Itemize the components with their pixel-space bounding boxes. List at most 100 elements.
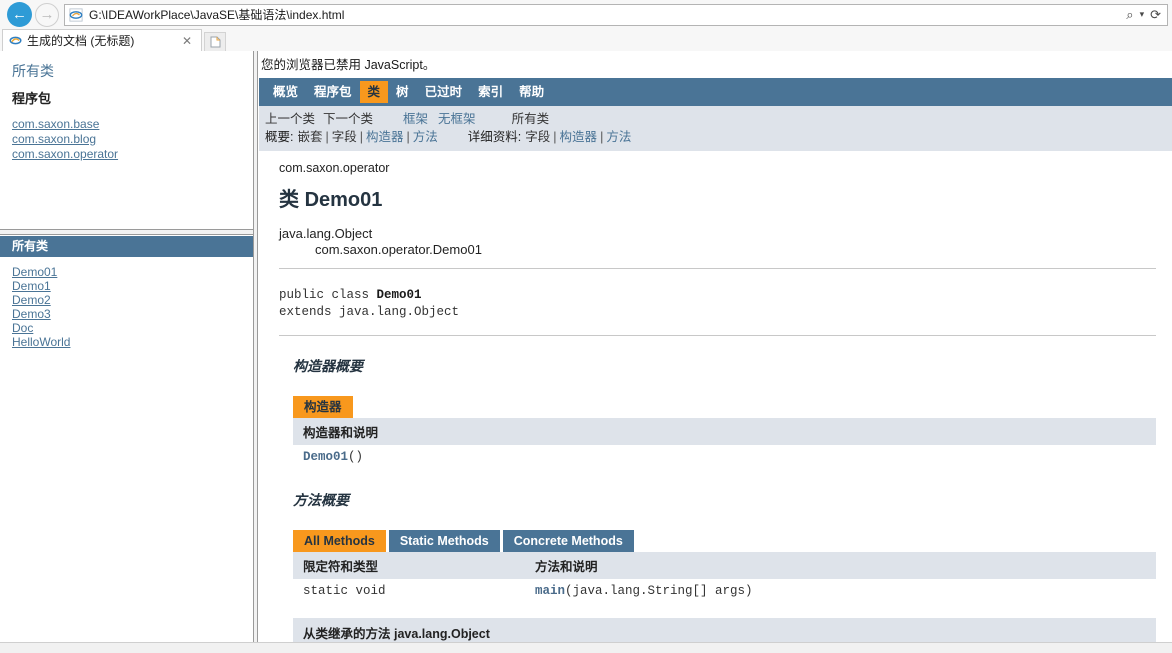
all-classes-link[interactable]: 所有类 bbox=[12, 61, 253, 81]
summary-method-link[interactable]: 方法 bbox=[413, 128, 438, 146]
constructor-column-header: 构造器和说明 bbox=[293, 418, 1156, 445]
next-class-label: 下一个类 bbox=[323, 112, 374, 126]
class-content-frame: 您的浏览器已禁用 JavaScript。 概览 程序包 类 树 已过时 索引 帮… bbox=[259, 51, 1172, 653]
detail-constructor-link[interactable]: 构造器 bbox=[560, 128, 598, 146]
method-summary-table: 限定符和类型 方法和说明 static void main(java.lang.… bbox=[293, 552, 1156, 604]
package-link-com-saxon-blog[interactable]: com.saxon.blog bbox=[12, 132, 253, 146]
summary-constructor-link[interactable]: 构造器 bbox=[366, 128, 404, 146]
package-link-com-saxon-operator[interactable]: com.saxon.operator bbox=[12, 147, 253, 161]
frames-link[interactable]: 框架 bbox=[403, 110, 428, 128]
nav-item-tree[interactable]: 树 bbox=[388, 81, 417, 103]
method-params: (java.lang.String[] args) bbox=[565, 584, 753, 598]
javadoc-top-nav: 概览 程序包 类 树 已过时 索引 帮助 bbox=[259, 78, 1172, 106]
javadoc-frameset: 所有类 程序包 com.saxon.base com.saxon.blog co… bbox=[0, 51, 1172, 653]
separator-pipe: | bbox=[600, 130, 604, 144]
back-arrow-icon: ← bbox=[12, 6, 27, 23]
forward-button[interactable]: → bbox=[35, 2, 59, 27]
javadoc-sub-nav: 上一个类 下一个类 框架 无框架 所有类 概要: 嵌套 | 字段 | 构造器 |… bbox=[259, 106, 1172, 151]
class-link-demo1[interactable]: Demo1 bbox=[12, 279, 253, 294]
constructor-summary-table: 构造器和说明 Demo01() bbox=[293, 418, 1156, 470]
method-summary-heading: 方法概要 bbox=[293, 492, 349, 508]
constructor-params: () bbox=[348, 450, 364, 464]
subnav-row-summary-detail: 概要: 嵌套 | 字段 | 构造器 | 方法 详细资料: 字段 | 构造器 | … bbox=[259, 128, 1172, 146]
detail-field: 字段 bbox=[525, 130, 551, 144]
class-link-doc[interactable]: Doc bbox=[12, 321, 253, 336]
vertical-frame-divider[interactable] bbox=[253, 51, 258, 653]
new-tab-button[interactable] bbox=[204, 32, 226, 51]
inherited-methods-title: 从类继承的方法 bbox=[303, 627, 391, 641]
method-column-header-modifier: 限定符和类型 bbox=[293, 552, 525, 579]
nav-item-deprecated[interactable]: 已过时 bbox=[417, 81, 471, 103]
detail-method-link[interactable]: 方法 bbox=[606, 128, 631, 146]
ie-page-icon bbox=[69, 7, 83, 22]
class-link-demo01[interactable]: Demo01 bbox=[12, 265, 253, 280]
class-signature: public class Demo01 extends java.lang.Ob… bbox=[259, 269, 1172, 335]
class-signature-line1: public class Demo01 bbox=[279, 287, 1172, 304]
ie-tab-icon bbox=[9, 36, 22, 45]
package-link-com-saxon-base[interactable]: com.saxon.base bbox=[12, 117, 253, 131]
subnav-row-navigation: 上一个类 下一个类 框架 无框架 所有类 bbox=[259, 110, 1172, 128]
separator-pipe: | bbox=[359, 130, 364, 144]
signature-modifiers: public class bbox=[279, 288, 377, 302]
inheritance-level-1: java.lang.Object bbox=[279, 226, 373, 241]
tab-concrete-methods[interactable]: Concrete Methods bbox=[502, 530, 634, 552]
nav-item-overview[interactable]: 概览 bbox=[265, 81, 306, 103]
horizontal-frame-divider[interactable] bbox=[0, 229, 253, 235]
all-classes-list: Demo01 Demo1 Demo2 Demo3 Doc HelloWorld bbox=[0, 257, 253, 350]
package-list-frame: 所有类 程序包 com.saxon.base com.saxon.blog co… bbox=[0, 51, 253, 229]
all-classes-frame: 所有类 Demo01 Demo1 Demo2 Demo3 Doc HelloWo… bbox=[0, 236, 253, 653]
address-bar-row: ← → G:\IDEAWorkPlace\JavaSE\基础语法\index.h… bbox=[0, 0, 1172, 29]
class-link-demo2[interactable]: Demo2 bbox=[12, 293, 253, 308]
page-title: 类 Demo01 bbox=[279, 183, 1172, 212]
separator-pipe: | bbox=[406, 130, 410, 144]
summary-label: 概要: bbox=[265, 130, 294, 144]
browser-chrome: ← → G:\IDEAWorkPlace\JavaSE\基础语法\index.h… bbox=[0, 0, 1172, 72]
no-frames-link[interactable]: 无框架 bbox=[438, 110, 476, 128]
forward-arrow-icon: → bbox=[39, 6, 55, 23]
separator-pipe: | bbox=[553, 130, 557, 144]
tab-all-methods[interactable]: All Methods bbox=[293, 530, 386, 552]
chevron-down-icon[interactable]: ▾ bbox=[1140, 9, 1145, 20]
new-tab-page-icon bbox=[210, 36, 220, 48]
browser-tab-title: 生成的文档 (无标题) bbox=[27, 34, 135, 48]
tab-static-methods[interactable]: Static Methods bbox=[388, 530, 500, 552]
signature-class-name: Demo01 bbox=[376, 288, 422, 302]
summary-field: 字段 bbox=[331, 130, 357, 144]
detail-label: 详细资料: bbox=[467, 130, 522, 144]
tab-strip: 生成的文档 (无标题) ✕ bbox=[0, 29, 1172, 51]
method-link[interactable]: main bbox=[535, 584, 565, 598]
left-frames-column: 所有类 程序包 com.saxon.base com.saxon.blog co… bbox=[0, 51, 253, 653]
constructor-summary-section: 构造器概要 构造器 构造器和说明 Demo01() bbox=[259, 336, 1172, 470]
method-column-header-description: 方法和说明 bbox=[525, 552, 1156, 579]
class-link-helloworld[interactable]: HelloWorld bbox=[12, 335, 253, 350]
nav-item-index[interactable]: 索引 bbox=[470, 81, 511, 103]
constructor-link[interactable]: Demo01 bbox=[303, 450, 348, 464]
address-bar-icons: ⌕ ▾ ⟳ bbox=[1126, 7, 1163, 23]
nav-item-package[interactable]: 程序包 bbox=[306, 81, 360, 103]
all-classes-header: 所有类 bbox=[0, 236, 253, 257]
class-title-prefix: 类 bbox=[279, 189, 299, 211]
inheritance-tree: java.lang.Object com.saxon.operator.Demo… bbox=[279, 226, 1172, 258]
address-bar[interactable]: G:\IDEAWorkPlace\JavaSE\基础语法\index.html … bbox=[64, 3, 1168, 26]
refresh-icon[interactable]: ⟳ bbox=[1150, 7, 1161, 23]
table-row: Demo01() bbox=[293, 445, 1156, 470]
class-package-name: com.saxon.operator bbox=[279, 161, 390, 175]
address-bar-text: G:\IDEAWorkPlace\JavaSE\基础语法\index.html bbox=[89, 8, 345, 22]
method-signature-cell: main(java.lang.String[] args) bbox=[525, 579, 1156, 604]
close-icon[interactable]: ✕ bbox=[177, 34, 197, 48]
nav-item-class[interactable]: 类 bbox=[359, 81, 389, 103]
constructor-tab-strip: 构造器 bbox=[293, 396, 1156, 418]
search-icon[interactable]: ⌕ bbox=[1126, 7, 1133, 23]
nav-item-help[interactable]: 帮助 bbox=[511, 81, 552, 103]
table-header-row: 限定符和类型 方法和说明 bbox=[293, 552, 1156, 579]
tab-constructors[interactable]: 构造器 bbox=[293, 396, 353, 418]
inherited-methods-class[interactable]: java.lang.Object bbox=[394, 627, 490, 641]
back-button[interactable]: ← bbox=[7, 2, 32, 27]
separator-pipe: | bbox=[325, 130, 329, 144]
browser-tab[interactable]: 生成的文档 (无标题) ✕ bbox=[2, 29, 202, 51]
table-row: static void main(java.lang.String[] args… bbox=[293, 579, 1156, 604]
constructor-summary-heading: 构造器概要 bbox=[293, 358, 363, 374]
packages-heading: 程序包 bbox=[12, 91, 52, 106]
inheritance-level-2: com.saxon.operator.Demo01 bbox=[315, 242, 482, 257]
class-link-demo3[interactable]: Demo3 bbox=[12, 307, 253, 322]
